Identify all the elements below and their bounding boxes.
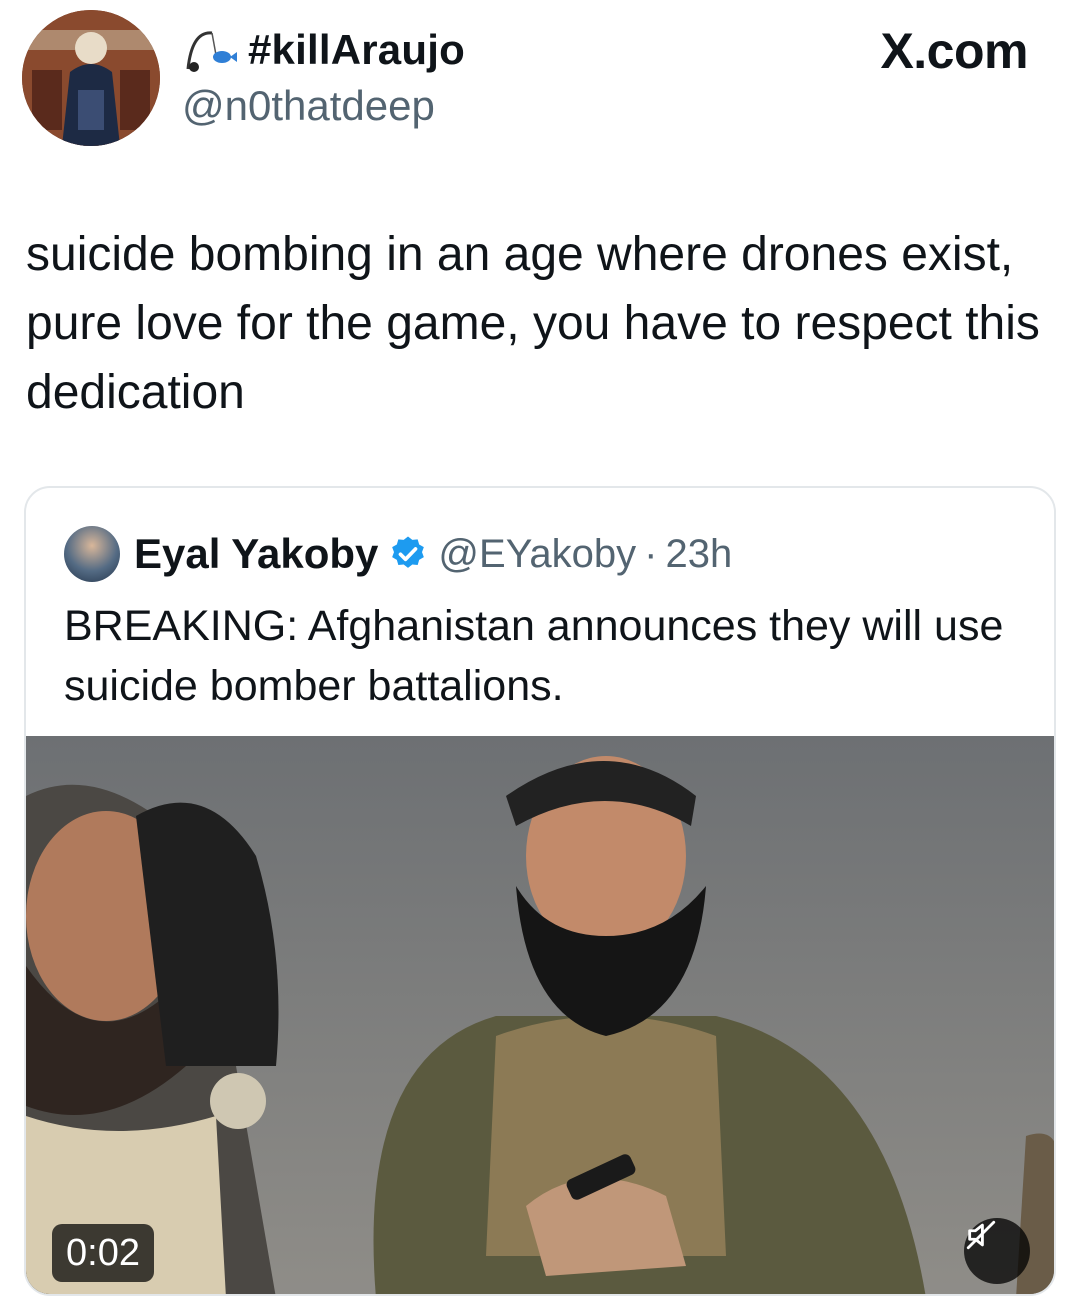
verified-badge-icon xyxy=(388,534,428,574)
display-name[interactable]: #killAraujo xyxy=(248,26,465,74)
quote-timestamp[interactable]: 23h xyxy=(665,532,732,577)
quote-author-handle[interactable]: @EYakoby xyxy=(438,532,636,577)
quote-avatar[interactable] xyxy=(64,526,120,582)
quote-separator: · xyxy=(644,531,658,576)
site-label: X.com xyxy=(880,23,1028,79)
quote-text: BREAKING: Afghanistan announces they wil… xyxy=(64,602,1004,710)
video-player[interactable]: 0:02 xyxy=(26,736,1054,1294)
fishing-rod-icon xyxy=(182,25,238,75)
user-handle[interactable]: @n0thatdeep xyxy=(182,82,435,130)
video-frame xyxy=(26,736,1054,1294)
video-duration: 0:02 xyxy=(52,1224,154,1282)
quote-tweet-card[interactable]: Eyal Yakoby @EYakoby · 23h BREAKING: Afg… xyxy=(24,486,1056,1296)
tweet-text: suicide bombing in an age where drones e… xyxy=(26,228,1040,419)
quote-author-name[interactable]: Eyal Yakoby xyxy=(134,530,378,578)
name-row: #killAraujo xyxy=(182,22,465,78)
quote-header: Eyal Yakoby @EYakoby · 23h xyxy=(64,526,732,582)
profile-avatar[interactable] xyxy=(22,10,160,146)
mute-button[interactable] xyxy=(964,1218,1030,1284)
